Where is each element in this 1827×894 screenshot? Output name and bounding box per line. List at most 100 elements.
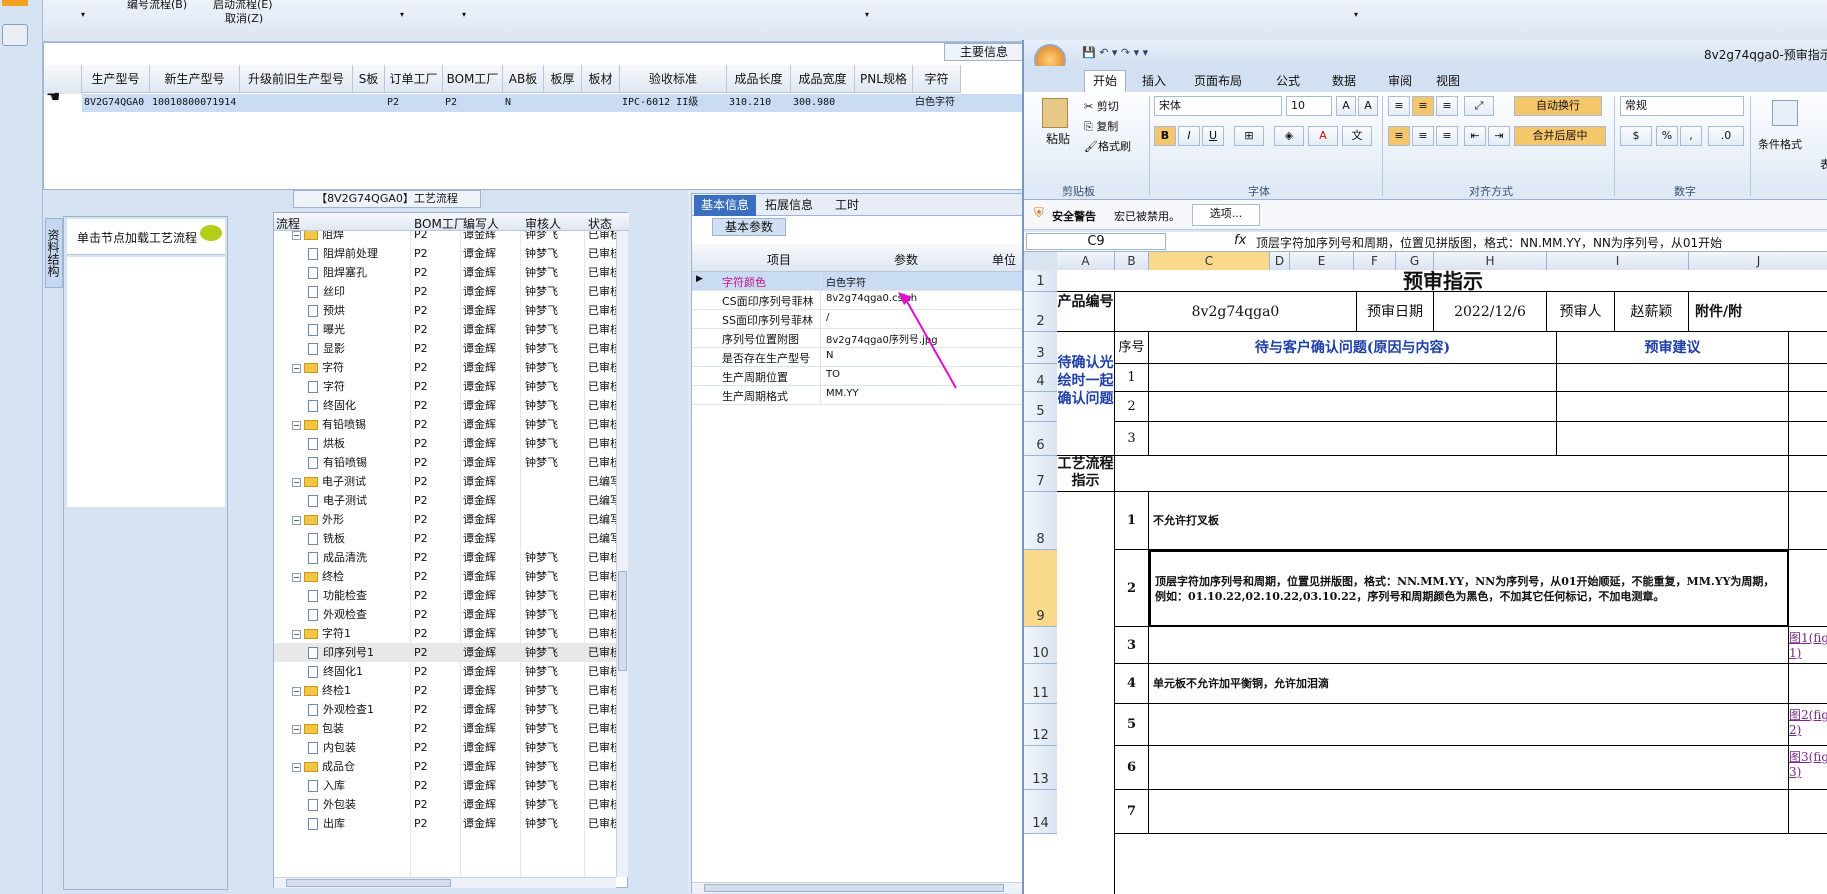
row-header[interactable]: 1	[1024, 270, 1057, 292]
tab-home[interactable]: 开始	[1084, 70, 1126, 92]
underline-button[interactable]: U	[1202, 126, 1224, 146]
fill-color-button[interactable]: ◈	[1274, 126, 1304, 146]
number-format-select[interactable]: 常规	[1620, 96, 1744, 116]
column-header[interactable]: D	[1270, 252, 1290, 270]
comma-button[interactable]: ,	[1680, 126, 1702, 146]
sheet-cell[interactable]	[1149, 364, 1557, 392]
paste-button[interactable]: 粘贴	[1046, 130, 1070, 147]
security-options-button[interactable]: 选项...	[1192, 204, 1260, 226]
tab-view[interactable]: 视图	[1436, 72, 1460, 89]
border-button[interactable]: ⊞	[1234, 126, 1264, 146]
flow-instruction-cell[interactable]	[1149, 627, 1789, 664]
sheet-cell[interactable]	[1115, 456, 1789, 492]
column-header[interactable]: A	[1057, 252, 1115, 270]
column-header[interactable]: J	[1689, 252, 1827, 270]
seq-cell[interactable]: 3	[1115, 422, 1149, 456]
seq-cell[interactable]: 2	[1115, 392, 1149, 422]
merge-center-button[interactable]: 合并后居中	[1514, 126, 1606, 146]
attachment-link[interactable]: 图3(fig3)	[1789, 746, 1827, 790]
column-header[interactable]: B	[1115, 252, 1149, 270]
column-header[interactable]: C	[1149, 252, 1270, 270]
tab-data[interactable]: 数据	[1332, 72, 1356, 89]
seq-cell[interactable]: 7	[1115, 790, 1149, 834]
attachment-link[interactable]: 图2(fig2)	[1789, 704, 1827, 746]
seq-cell[interactable]: 5	[1115, 704, 1149, 746]
suggest-label[interactable]: 预审建议	[1557, 332, 1789, 364]
sheet-cell[interactable]	[1057, 492, 1115, 894]
tab-review[interactable]: 审阅	[1388, 72, 1412, 89]
sheet-cell[interactable]	[1789, 364, 1827, 392]
increase-indent-button[interactable]: ⇥	[1488, 126, 1510, 146]
phonetic-button[interactable]: 文	[1342, 126, 1372, 146]
sheet-cell[interactable]	[1149, 422, 1557, 456]
select-all-corner[interactable]	[1024, 252, 1057, 270]
reviewer[interactable]: 赵薪颖	[1615, 292, 1689, 332]
sheet-cell[interactable]	[1557, 392, 1789, 422]
seq-cell[interactable]: 3	[1115, 627, 1149, 664]
sheet-cell[interactable]	[1789, 332, 1827, 364]
row-header[interactable]: 13	[1024, 746, 1057, 790]
attachment-link[interactable]	[1789, 790, 1827, 834]
paste-icon[interactable]	[1042, 98, 1068, 128]
font-color-button[interactable]: A	[1308, 126, 1338, 146]
tab-insert[interactable]: 插入	[1142, 72, 1166, 89]
align-middle-button[interactable]: ≡	[1412, 96, 1434, 116]
column-header[interactable]: F	[1354, 252, 1396, 270]
row-header[interactable]: 4	[1024, 364, 1057, 392]
product-number[interactable]: 8v2g74qga0	[1115, 292, 1357, 332]
seq-cell[interactable]: 2	[1115, 550, 1149, 627]
sheet-title[interactable]: 预审指示	[1057, 270, 1827, 292]
row-header[interactable]: 5	[1024, 392, 1057, 422]
flow-instruction-cell[interactable]	[1149, 790, 1789, 834]
seq-cell[interactable]: 1	[1115, 364, 1149, 392]
row-header[interactable]: 10	[1024, 627, 1057, 664]
name-box[interactable]: C9	[1026, 233, 1166, 250]
attachment-link[interactable]	[1789, 492, 1827, 550]
italic-button[interactable]: I	[1178, 126, 1200, 146]
tab-formulas[interactable]: 公式	[1276, 72, 1300, 89]
attachment-link[interactable]	[1789, 550, 1827, 627]
sheet-cell[interactable]	[1149, 392, 1557, 422]
font-size-select[interactable]: 10	[1286, 96, 1332, 116]
row-header[interactable]: 12	[1024, 704, 1057, 746]
row-header[interactable]: 11	[1024, 664, 1057, 704]
review-date-label[interactable]: 预审日期	[1357, 292, 1434, 332]
bold-button[interactable]: B	[1154, 126, 1176, 146]
column-header[interactable]: G	[1396, 252, 1434, 270]
row-header[interactable]: 6	[1024, 422, 1057, 456]
sheet-cell[interactable]	[1557, 422, 1789, 456]
attachment-link[interactable]: 图1(fig1)	[1789, 627, 1827, 664]
table-format-button[interactable]: 表	[1820, 156, 1827, 172]
decrease-indent-button[interactable]: ⇤	[1464, 126, 1486, 146]
seq-cell[interactable]: 4	[1115, 664, 1149, 704]
flow-instruction-cell[interactable]: 不允许打叉板	[1149, 492, 1789, 550]
align-center-button[interactable]: ≡	[1412, 126, 1434, 146]
sheet-cell[interactable]	[1789, 392, 1827, 422]
flow-instruction-cell[interactable]: 单元板不允许加平衡铜，允许加泪滴	[1149, 664, 1789, 704]
product-label[interactable]: 产品编号	[1057, 292, 1115, 332]
sheet-cell[interactable]	[1557, 364, 1789, 392]
flow-instruction-cell[interactable]: 顶层字符加序列号和周期，位置见拼版图，格式：NN.MM.YY，NN为序列号，从0…	[1149, 550, 1789, 627]
cut-button[interactable]: ✂ 剪切	[1084, 98, 1119, 114]
conditional-format-button[interactable]: 条件格式	[1758, 136, 1802, 152]
quick-access-toolbar[interactable]: 💾 ↶ ▾ ↷ ▾ ▾	[1082, 46, 1148, 59]
sheet-cell[interactable]	[1789, 422, 1827, 456]
align-right-button[interactable]: ≡	[1436, 126, 1458, 146]
flow-instruction-cell[interactable]	[1149, 704, 1789, 746]
row-header[interactable]: 14	[1024, 790, 1057, 834]
confirm-label[interactable]: 待确认光绘时一起确认问题	[1057, 332, 1115, 456]
orientation-button[interactable]: ⤢	[1464, 96, 1494, 116]
sheet-cell[interactable]	[1789, 456, 1827, 492]
review-date[interactable]: 2022/12/6	[1434, 292, 1547, 332]
percent-button[interactable]: %	[1656, 126, 1678, 146]
shrink-font-button[interactable]: A	[1358, 96, 1378, 116]
format-painter-button[interactable]: 🖌格式刷	[1084, 138, 1131, 154]
row-header[interactable]: 2	[1024, 292, 1057, 332]
attachment-link[interactable]	[1789, 664, 1827, 704]
seq-cell[interactable]: 1	[1115, 492, 1149, 550]
row-header[interactable]: 3	[1024, 332, 1057, 364]
tab-page-layout[interactable]: 页面布局	[1194, 72, 1242, 89]
row-header[interactable]: 9	[1024, 550, 1057, 627]
flow-instruction-cell[interactable]	[1149, 746, 1789, 790]
row-header[interactable]: 8	[1024, 492, 1057, 550]
